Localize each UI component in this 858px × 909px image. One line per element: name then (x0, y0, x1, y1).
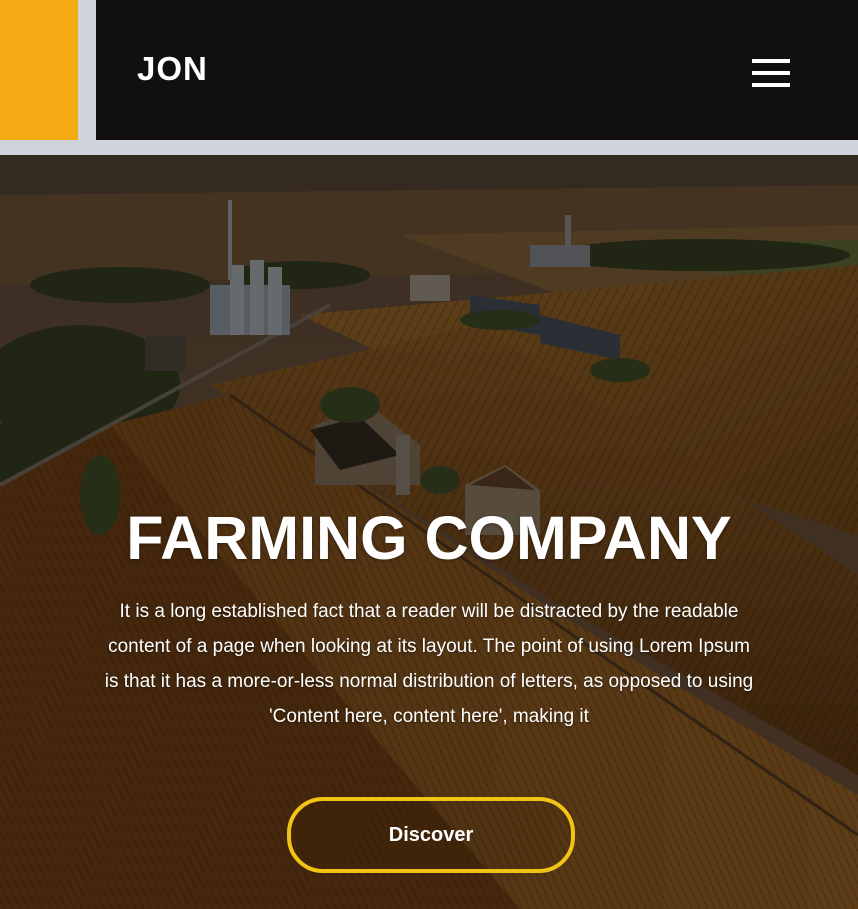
hamburger-menu-icon[interactable] (748, 56, 790, 90)
hero-description: It is a long established fact that a rea… (104, 601, 754, 727)
accent-block (0, 0, 78, 140)
hero-section: FARMING COMPANY It is a long established… (0, 155, 858, 909)
menu-bar-line (752, 59, 790, 63)
logo[interactable]: JON (137, 49, 208, 89)
menu-bar-line (752, 83, 790, 87)
hero-title: FARMING COMPANY (126, 504, 732, 572)
header: JON (96, 0, 858, 140)
page: JON FARMING COMPANY It is a long establi… (0, 0, 858, 909)
menu-bar-line (752, 71, 790, 75)
discover-button[interactable]: Discover (287, 797, 575, 873)
